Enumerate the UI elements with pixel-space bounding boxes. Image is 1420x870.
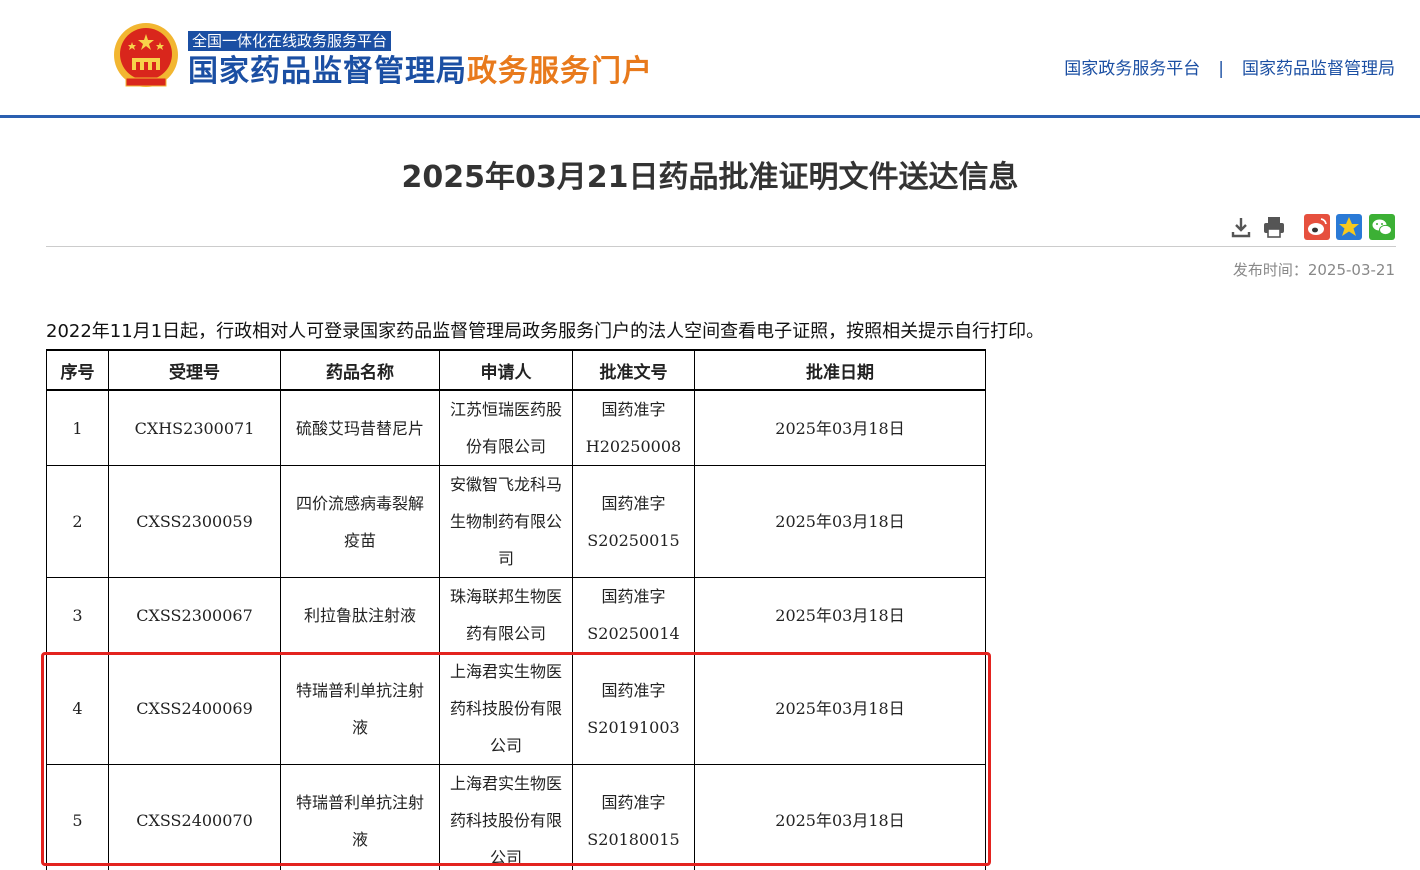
table-row: 1 CXHS2300071 硫酸艾玛昔替尼片 江苏恒瑞医药股份有限公司 国药准字… — [46, 389, 986, 466]
cell-applicant: 江苏恒瑞医药股份有限公司 — [439, 389, 573, 466]
logo-title-orange: 政务服务门户 — [467, 54, 653, 89]
article-title: 2025年03月21日药品批准证明文件送达信息 — [401, 160, 1019, 195]
col-header-index: 序号 — [46, 349, 109, 391]
cell-approval-date: 2025年03月18日 — [694, 577, 986, 653]
cell-approval-date: 2025年03月18日 — [694, 764, 986, 870]
top-links: 国家政务服务平台 | 国家药品监督管理局 — [1064, 54, 1395, 79]
cell-approval-no: 国药准字H20250008 — [572, 389, 695, 466]
logo-title-blue: 国家药品监督管理局 — [188, 54, 467, 89]
cell-approval-no: 国药准字S20191003 — [572, 652, 695, 765]
col-header-drug-name: 药品名称 — [280, 349, 440, 391]
print-icon[interactable] — [1261, 214, 1287, 240]
download-icon[interactable] — [1228, 214, 1254, 240]
cell-acceptance-no: CXSS2300067 — [108, 577, 281, 653]
cell-approval-date: 2025年03月18日 — [694, 465, 986, 578]
cell-drug-name: 四价流感病毒裂解疫苗 — [280, 465, 440, 578]
cell-applicant: 上海君实生物医药科技股份有限公司 — [439, 764, 573, 870]
link-nmpa[interactable]: 国家药品监督管理局 — [1242, 54, 1395, 79]
site-header: 全国一体化在线政务服务平台 国家药品监督管理局政务服务门户 国家政务服务平台 | 国… — [0, 0, 1420, 118]
publish-time: 发布时间：2025-03-21 — [1232, 261, 1395, 279]
cell-drug-name: 特瑞普利单抗注射液 — [280, 652, 440, 765]
cell-applicant: 安徽智飞龙科马生物制药有限公司 — [439, 465, 573, 578]
national-emblem-icon — [114, 23, 178, 87]
approval-table: 序号 受理号 药品名称 申请人 批准文号 批准日期 1 CXHS2300071 … — [46, 349, 986, 870]
cell-index: 3 — [46, 577, 109, 653]
cell-approval-no: 国药准字S20250015 — [572, 465, 695, 578]
cell-applicant: 珠海联邦生物医药有限公司 — [439, 577, 573, 653]
cell-acceptance-no: CXHS2300071 — [108, 389, 281, 466]
cell-approval-date: 2025年03月18日 — [694, 652, 986, 765]
link-separator: | — [1218, 59, 1224, 79]
wechat-icon[interactable] — [1369, 214, 1395, 240]
site-logo-title[interactable]: 国家药品监督管理局政务服务门户 — [188, 53, 653, 91]
col-header-applicant: 申请人 — [439, 349, 573, 391]
cell-drug-name: 利拉鲁肽注射液 — [280, 577, 440, 653]
cell-acceptance-no: CXSS2300059 — [108, 465, 281, 578]
intro-text: 2022年11月1日起，行政相对人可登录国家药品监督管理局政务服务门户的法人空间… — [46, 321, 1045, 342]
col-header-acceptance-no: 受理号 — [108, 349, 281, 391]
cell-applicant: 上海君实生物医药科技股份有限公司 — [439, 652, 573, 765]
platform-badge: 全国一体化在线政务服务平台 — [188, 31, 392, 51]
cell-index: 5 — [46, 764, 109, 870]
table-row: 4 CXSS2400069 特瑞普利单抗注射液 上海君实生物医药科技股份有限公司… — [46, 652, 986, 765]
table-row: 3 CXSS2300067 利拉鲁肽注射液 珠海联邦生物医药有限公司 国药准字S… — [46, 577, 986, 653]
cell-acceptance-no: CXSS2400069 — [108, 652, 281, 765]
col-header-approval-date: 批准日期 — [694, 349, 986, 391]
col-header-approval-no: 批准文号 — [572, 349, 695, 391]
cell-index: 2 — [46, 465, 109, 578]
cell-drug-name: 硫酸艾玛昔替尼片 — [280, 389, 440, 466]
qzone-icon[interactable] — [1336, 214, 1362, 240]
cell-approval-no: 国药准字S20250014 — [572, 577, 695, 653]
table-row: 2 CXSS2300059 四价流感病毒裂解疫苗 安徽智飞龙科马生物制药有限公司… — [46, 465, 986, 578]
cell-approval-no: 国药准字S20180015 — [572, 764, 695, 870]
table-header-row: 序号 受理号 药品名称 申请人 批准文号 批准日期 — [46, 349, 986, 391]
cell-index: 1 — [46, 389, 109, 466]
cell-acceptance-no: CXSS2400070 — [108, 764, 281, 870]
table-row: 5 CXSS2400070 特瑞普利单抗注射液 上海君实生物医药科技股份有限公司… — [46, 764, 986, 870]
link-national-gov-service[interactable]: 国家政务服务平台 — [1064, 54, 1200, 79]
cell-drug-name: 特瑞普利单抗注射液 — [280, 764, 440, 870]
title-divider — [46, 246, 1396, 247]
cell-index: 4 — [46, 652, 109, 765]
weibo-icon[interactable] — [1304, 214, 1330, 240]
cell-approval-date: 2025年03月18日 — [694, 389, 986, 466]
